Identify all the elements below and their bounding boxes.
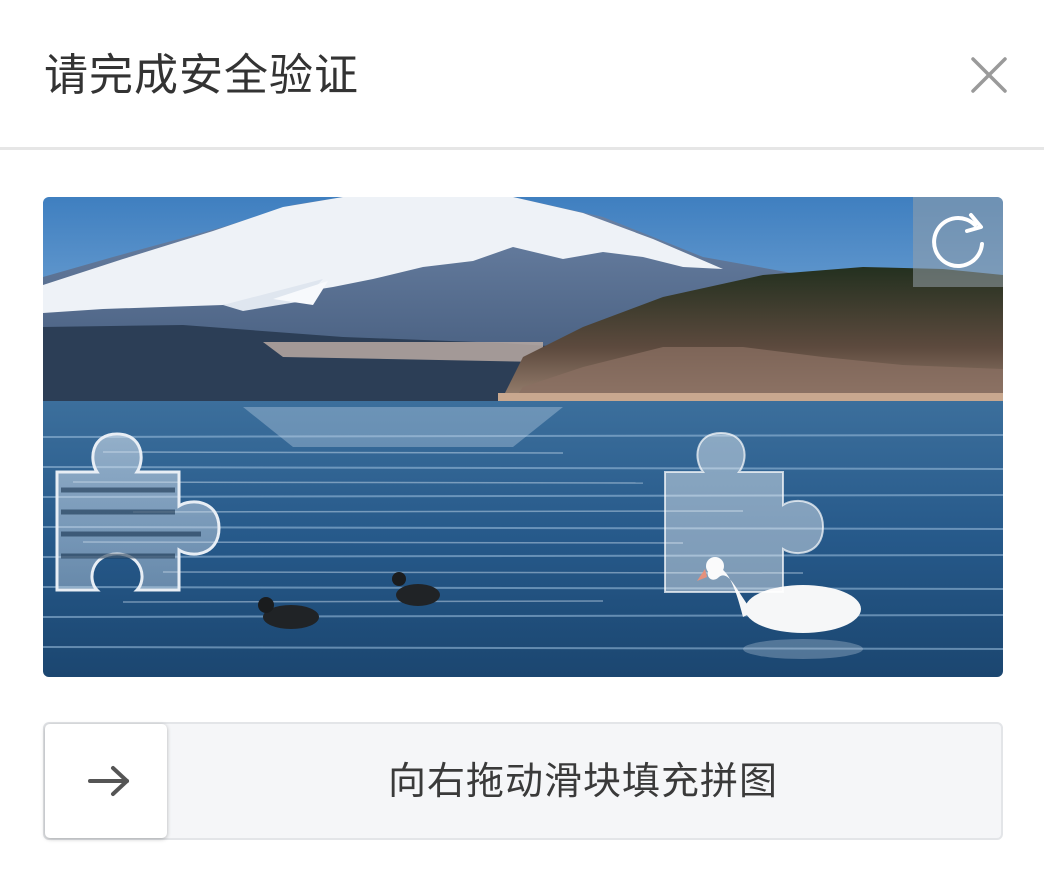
close-icon (971, 57, 1007, 93)
security-verification-dialog: 请完成安全验证 向右拖动滑块填充拼图 (0, 0, 1044, 879)
dialog-title: 请完成安全验证 (44, 50, 359, 101)
puzzle-piece[interactable] (51, 430, 226, 595)
slider-hint: 向右拖动滑块填充拼图 (387, 759, 778, 803)
dialog-header: 请完成安全验证 (0, 0, 1044, 150)
close-button[interactable] (966, 52, 1012, 98)
refresh-icon (932, 213, 984, 269)
arrow-right-icon (88, 766, 129, 796)
slider-handle[interactable] (45, 724, 167, 838)
refresh-button[interactable] (913, 197, 1003, 287)
captcha-image (43, 197, 1003, 677)
slider-track[interactable]: 向右拖动滑块填充拼图 (43, 722, 1003, 840)
